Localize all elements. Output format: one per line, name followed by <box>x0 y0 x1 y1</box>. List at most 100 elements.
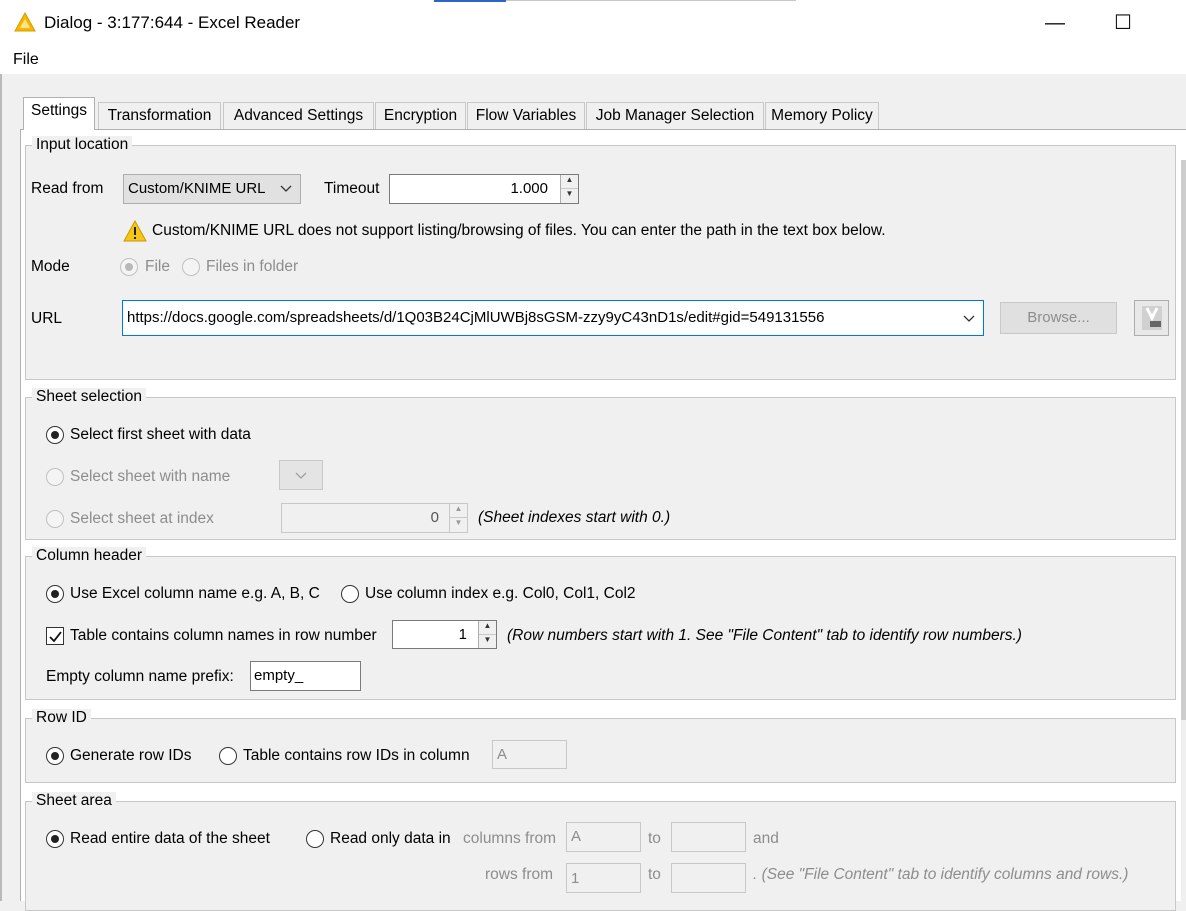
row-ids-in-column-radio[interactable] <box>219 747 237 765</box>
spin-down-icon[interactable]: ▼ <box>450 518 467 532</box>
url-label: URL <box>31 310 63 327</box>
warning-message: Custom/KNIME URL does not support listin… <box>152 222 886 239</box>
mode-folder-label: Files in folder <box>206 258 299 275</box>
scrollbar-thumb[interactable] <box>1181 160 1186 720</box>
sheet-area-hint: . (See "File Content" tab to identify co… <box>753 866 1129 883</box>
sheet-name-radio[interactable] <box>46 468 64 486</box>
spin-up-icon[interactable]: ▲ <box>561 175 578 189</box>
tab-job-manager-selection[interactable]: Job Manager Selection <box>586 102 764 129</box>
flow-variable-icon <box>1142 306 1162 330</box>
row-number-spinner[interactable]: ▲ ▼ <box>478 621 496 648</box>
tab-settings[interactable]: Settings <box>23 97 95 130</box>
timeout-label: Timeout <box>324 180 380 197</box>
sheet-name-label: Select sheet with name <box>70 468 231 485</box>
column-names-label: Table contains column names in row numbe… <box>70 627 377 644</box>
spin-down-icon[interactable]: ▼ <box>561 189 578 203</box>
row-id-column-input[interactable]: A <box>492 740 567 769</box>
tab-flow-variables[interactable]: Flow Variables <box>467 102 585 129</box>
tab-transformation[interactable]: Transformation <box>98 102 221 129</box>
empty-prefix-label: Empty column name prefix: <box>46 668 234 685</box>
maximize-button[interactable]: ☐ <box>1103 8 1143 38</box>
first-sheet-radio[interactable] <box>46 426 64 444</box>
row-number-value: 1 <box>458 626 467 643</box>
first-sheet-label: Select first sheet with data <box>70 426 251 443</box>
generate-row-ids-radio[interactable] <box>46 747 64 765</box>
timeout-spinner[interactable]: ▲ ▼ <box>560 175 578 203</box>
tab-memory-policy[interactable]: Memory Policy <box>765 102 879 129</box>
checkmark-icon <box>49 631 62 643</box>
mode-file-radio[interactable] <box>120 258 138 276</box>
title-bar: Dialog - 3:177:644 - Excel Reader — ☐ <box>0 0 1186 46</box>
knime-warning-icon <box>14 12 36 32</box>
sheet-index-radio[interactable] <box>46 510 64 528</box>
sheet-selection-title: Sheet selection <box>32 388 146 406</box>
excel-column-name-radio[interactable] <box>46 585 64 603</box>
excel-column-name-label: Use Excel column name e.g. A, B, C <box>70 585 320 602</box>
sheet-name-dropdown[interactable] <box>279 460 323 490</box>
timeout-field[interactable]: 1.000 ▲ ▼ <box>389 174 579 204</box>
sheet-index-value: 0 <box>430 509 439 526</box>
timeout-value: 1.000 <box>510 180 548 197</box>
chevron-down-icon <box>295 472 307 479</box>
row-from-value: 1 <box>571 870 580 887</box>
url-input[interactable]: https://docs.google.com/spreadsheets/d/1… <box>122 300 984 336</box>
column-to-input[interactable] <box>671 822 746 852</box>
partial-sheet-label: Read only data in <box>330 830 451 847</box>
rows-to-label: to <box>648 866 661 883</box>
window-title: Dialog - 3:177:644 - Excel Reader <box>44 13 301 32</box>
column-from-value: A <box>571 828 582 845</box>
tab-advanced-settings[interactable]: Advanced Settings <box>223 102 374 129</box>
column-header-title: Column header <box>32 547 146 565</box>
column-names-checkbox[interactable] <box>46 627 64 645</box>
row-number-field[interactable]: 1 ▲ ▼ <box>392 620 497 649</box>
sheet-index-spinner[interactable]: ▲ ▼ <box>449 504 467 532</box>
sheet-area-group <box>25 801 1176 911</box>
row-ids-in-column-label: Table contains row IDs in column <box>243 747 470 764</box>
rows-from-label: rows from <box>485 866 554 883</box>
entire-sheet-radio[interactable] <box>46 830 64 848</box>
sheet-index-label: Select sheet at index <box>70 510 214 527</box>
row-number-hint: (Row numbers start with 1. See "File Con… <box>507 627 1022 644</box>
empty-prefix-input[interactable]: empty_ <box>250 661 361 691</box>
row-to-input[interactable] <box>671 863 746 893</box>
window-left-edge <box>0 74 2 901</box>
browse-button[interactable]: Browse... <box>1000 302 1117 334</box>
chevron-down-icon <box>280 185 292 192</box>
mode-label: Mode <box>31 258 70 275</box>
columns-from-label: columns from <box>463 830 557 847</box>
spin-up-icon[interactable]: ▲ <box>479 621 496 635</box>
input-location-title: Input location <box>32 136 133 154</box>
entire-sheet-label: Read entire data of the sheet <box>70 830 270 847</box>
row-id-title: Row ID <box>32 709 91 727</box>
spin-up-icon[interactable]: ▲ <box>450 504 467 518</box>
chevron-down-icon[interactable] <box>963 315 975 323</box>
minimize-button[interactable]: — <box>1035 8 1075 38</box>
row-id-column-value: A <box>497 746 508 763</box>
tab-encryption[interactable]: Encryption <box>375 102 466 129</box>
sheet-index-field[interactable]: 0 ▲ ▼ <box>281 503 468 533</box>
spin-down-icon[interactable]: ▼ <box>479 635 496 649</box>
column-index-label: Use column index e.g. Col0, Col1, Col2 <box>365 585 636 602</box>
column-index-radio[interactable] <box>341 585 359 603</box>
empty-prefix-value: empty_ <box>254 667 304 684</box>
columns-to-label: to <box>648 830 661 847</box>
row-id-group <box>25 718 1176 783</box>
partial-sheet-radio[interactable] <box>306 830 324 848</box>
sheet-index-hint: (Sheet indexes start with 0.) <box>478 509 671 526</box>
mode-file-label: File <box>145 258 170 275</box>
row-from-input[interactable]: 1 <box>566 863 641 893</box>
title-accent-line <box>434 0 506 2</box>
menu-file[interactable]: File <box>13 51 39 69</box>
flow-variable-button[interactable] <box>1134 300 1169 336</box>
generate-row-ids-label: Generate row IDs <box>70 747 192 764</box>
title-accent-line-2 <box>506 0 796 1</box>
sheet-area-title: Sheet area <box>32 792 116 810</box>
url-value: https://docs.google.com/spreadsheets/d/1… <box>127 309 825 326</box>
menu-bar: File <box>0 46 1186 74</box>
column-from-input[interactable]: A <box>566 822 641 852</box>
read-from-value: Custom/KNIME URL <box>128 180 266 197</box>
and-label: and <box>753 830 779 847</box>
mode-folder-radio[interactable] <box>182 258 200 276</box>
read-from-dropdown[interactable]: Custom/KNIME URL <box>123 174 301 204</box>
read-from-label: Read from <box>31 180 104 197</box>
